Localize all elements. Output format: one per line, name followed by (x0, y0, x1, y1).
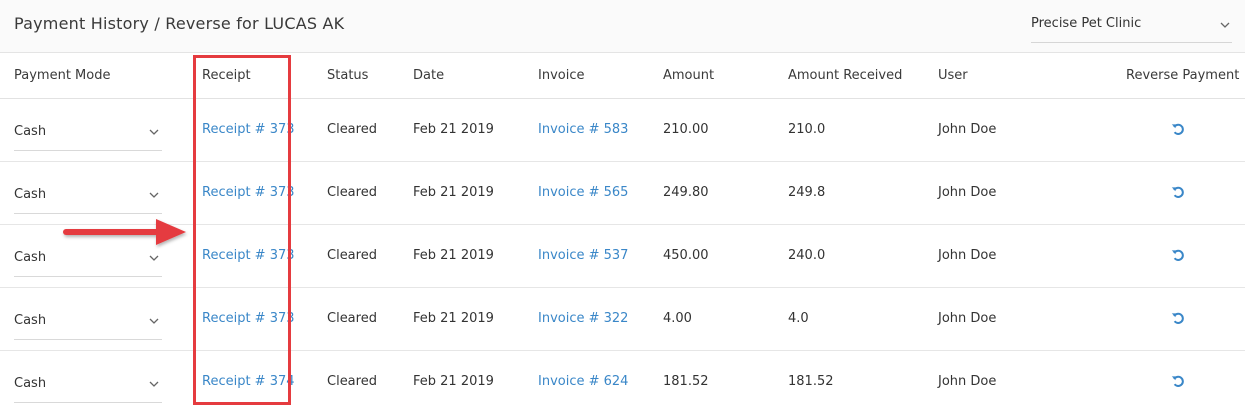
payment-mode-value: Cash (14, 376, 47, 391)
chevron-down-icon (149, 381, 159, 387)
col-header-invoice: Invoice (538, 68, 585, 83)
receipt-link[interactable]: Receipt # 373 (202, 122, 295, 137)
invoice-link[interactable]: Invoice # 565 (538, 185, 628, 200)
page-title: Payment History / Reverse for LUCAS AK (14, 14, 345, 33)
status-text: Cleared (327, 374, 377, 389)
payment-mode-select[interactable]: Cash (14, 369, 162, 403)
table-row: Cash Receipt # 373 Cleared Feb 21 2019 I… (0, 288, 1245, 351)
invoice-link[interactable]: Invoice # 583 (538, 122, 628, 137)
payment-mode-select[interactable]: Cash (14, 180, 162, 214)
receipt-link[interactable]: Receipt # 373 (202, 248, 295, 263)
amount-received-text: 240.0 (788, 248, 826, 263)
amount-text: 181.52 (663, 374, 709, 389)
undo-icon[interactable] (1170, 121, 1186, 137)
status-text: Cleared (327, 122, 377, 137)
amount-received-text: 4.0 (788, 311, 809, 326)
table-row: Cash Receipt # 374 Cleared Feb 21 2019 I… (0, 351, 1245, 414)
amount-text: 210.00 (663, 122, 709, 137)
col-header-receipt: Receipt (202, 68, 251, 83)
date-text: Feb 21 2019 (413, 122, 494, 137)
status-text: Cleared (327, 248, 377, 263)
payment-mode-select[interactable]: Cash (14, 306, 162, 340)
invoice-link[interactable]: Invoice # 624 (538, 374, 628, 389)
user-text: John Doe (938, 374, 997, 389)
user-text: John Doe (938, 311, 997, 326)
col-header-date: Date (413, 68, 445, 83)
amount-received-text: 210.0 (788, 122, 826, 137)
undo-icon[interactable] (1170, 247, 1186, 263)
date-text: Feb 21 2019 (413, 248, 494, 263)
date-text: Feb 21 2019 (413, 374, 494, 389)
invoice-link[interactable]: Invoice # 537 (538, 248, 628, 263)
user-text: John Doe (938, 122, 997, 137)
col-header-amount: Amount (663, 68, 715, 83)
undo-icon[interactable] (1170, 310, 1186, 326)
chevron-down-icon (149, 129, 159, 135)
annotation-arrow-icon (63, 219, 186, 245)
payment-mode-select[interactable]: Cash (14, 117, 162, 151)
receipt-link[interactable]: Receipt # 373 (202, 185, 295, 200)
amount-text: 249.80 (663, 185, 709, 200)
undo-icon[interactable] (1170, 184, 1186, 200)
col-header-user: User (938, 68, 968, 83)
payment-mode-value: Cash (14, 187, 47, 202)
status-text: Cleared (327, 311, 377, 326)
user-text: John Doe (938, 248, 997, 263)
payment-mode-value: Cash (14, 313, 47, 328)
date-text: Feb 21 2019 (413, 185, 494, 200)
col-header-payment-mode: Payment Mode (14, 68, 111, 83)
receipt-link[interactable]: Receipt # 373 (202, 311, 295, 326)
chevron-down-icon (149, 192, 159, 198)
invoice-link[interactable]: Invoice # 322 (538, 311, 628, 326)
clinic-select[interactable]: Precise Pet Clinic (1031, 11, 1232, 43)
amount-received-text: 181.52 (788, 374, 834, 389)
chevron-down-icon (149, 255, 159, 261)
payment-mode-value: Cash (14, 250, 47, 265)
user-text: John Doe (938, 185, 997, 200)
date-text: Feb 21 2019 (413, 311, 494, 326)
payment-mode-value: Cash (14, 124, 47, 139)
page-header: Payment History / Reverse for LUCAS AK P… (0, 0, 1245, 53)
undo-icon[interactable] (1170, 373, 1186, 389)
col-header-status: Status (327, 68, 369, 83)
chevron-down-icon (1220, 22, 1230, 28)
chevron-down-icon (149, 318, 159, 324)
receipt-link[interactable]: Receipt # 374 (202, 374, 295, 389)
amount-text: 4.00 (663, 311, 692, 326)
clinic-select-value: Precise Pet Clinic (1031, 16, 1142, 31)
amount-text: 450.00 (663, 248, 709, 263)
amount-received-text: 249.8 (788, 185, 826, 200)
col-header-amount-received: Amount Received (788, 68, 903, 83)
col-header-reverse-payment: Reverse Payment (1126, 68, 1240, 83)
status-text: Cleared (327, 185, 377, 200)
table-row: Cash Receipt # 373 Cleared Feb 21 2019 I… (0, 99, 1245, 162)
